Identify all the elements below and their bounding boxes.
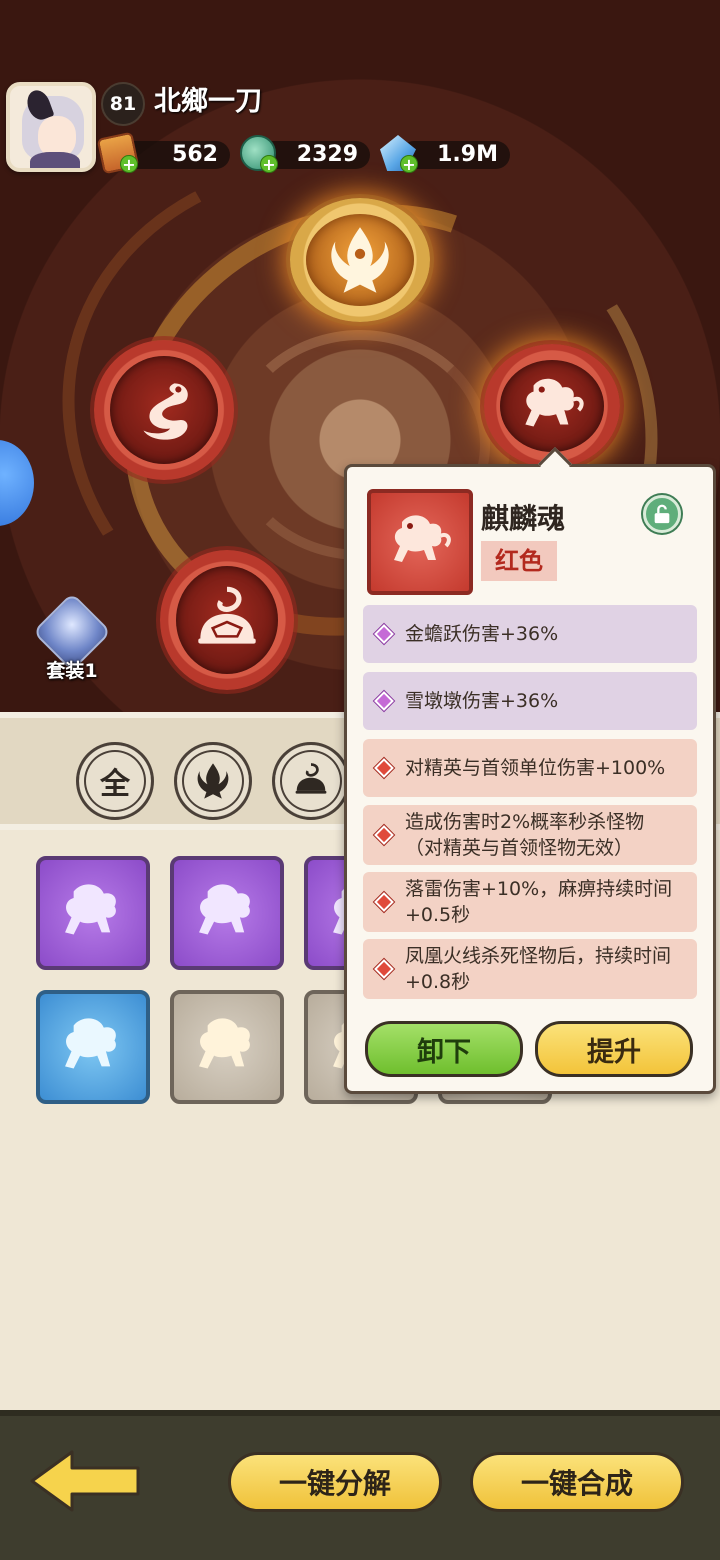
set-selector[interactable]: 套装1 (32, 592, 112, 682)
filter-all[interactable]: 全 (76, 742, 154, 820)
red-gem-icon (374, 825, 394, 845)
add-crystal-button[interactable]: + (400, 155, 418, 173)
item-icon (367, 489, 473, 595)
red-gem-icon (374, 959, 394, 979)
filter-tortoise[interactable] (272, 742, 350, 820)
resource-jade: 2329 + (240, 135, 370, 173)
item-detail-popup: 麒麟魂 红色 金蟾跃伤害+36% 雪墩墩伤害+36% 对精英与首领单位伤害+10… (344, 447, 716, 1094)
purple-gem-icon (374, 624, 394, 644)
attribute-text: 对精英与首领单位伤害+100% (405, 757, 666, 779)
qilin-icon (199, 884, 250, 935)
resource-crystal: 1.9M + (380, 135, 510, 173)
attribute-row: 造成伤害时2%概率秒杀怪物（对精英与首领怪物无效） (363, 805, 697, 865)
tortoise-icon (295, 763, 327, 794)
attribute-text: 金蟾跃伤害+36% (405, 623, 559, 645)
filter-phoenix[interactable] (174, 742, 252, 820)
set-label: 套装1 (46, 660, 98, 682)
qilin-icon (65, 1018, 116, 1069)
purple-gem-icon (374, 691, 394, 711)
attribute-text: 凤凰火线杀死怪物后，持续时间+0.8秒 (405, 945, 672, 993)
username: 北鄉一刀 (154, 86, 262, 117)
soul-item-tile[interactable] (36, 990, 150, 1104)
back-arrow-icon[interactable] (26, 1446, 146, 1516)
upgrade-button[interactable]: 提升 (535, 1021, 693, 1077)
qilin-icon (394, 515, 451, 562)
one-click-synthesize-button[interactable]: 一键合成 (470, 1452, 684, 1512)
tortoise-orb[interactable] (160, 550, 294, 690)
soul-item-tile[interactable] (36, 856, 150, 970)
attribute-row: 雪墩墩伤害+36% (363, 672, 697, 730)
qilin-icon (65, 884, 116, 935)
unequip-button[interactable]: 卸下 (365, 1021, 523, 1077)
level-badge: 81 (101, 82, 145, 126)
item-grade-badge: 红色 (481, 541, 557, 581)
attribute-row: 落雷伤害+10%，麻痹持续时间+0.5秒 (363, 872, 697, 932)
attribute-row: 金蟾跃伤害+36% (363, 605, 697, 663)
red-gem-icon (374, 892, 394, 912)
phoenix-icon (331, 227, 389, 293)
soul-item-tile[interactable] (170, 856, 284, 970)
attribute-text: 雪墩墩伤害+36% (405, 690, 559, 712)
phoenix-icon (197, 763, 229, 799)
resource-scroll: 562 + (96, 131, 230, 175)
attribute-row: 对精英与首领单位伤害+100% (363, 739, 697, 797)
item-name: 麒麟魂 (481, 502, 566, 535)
qilin-icon (525, 378, 584, 427)
bottom-bar: 一键分解 一键合成 (0, 1410, 720, 1560)
side-float-button[interactable] (0, 440, 34, 526)
dragon-icon (143, 383, 188, 440)
add-jade-button[interactable]: + (260, 155, 278, 173)
attribute-text: 落雷伤害+10%，麻痹持续时间+0.5秒 (405, 878, 673, 926)
red-gem-icon (374, 758, 394, 778)
dragon-orb[interactable] (94, 340, 234, 480)
soul-item-tile[interactable] (170, 990, 284, 1104)
add-scroll-button[interactable]: + (120, 155, 138, 173)
qilin-icon (199, 1018, 250, 1069)
attribute-row: 凤凰火线杀死怪物后，持续时间+0.8秒 (363, 939, 697, 999)
attribute-text: 造成伤害时2%概率秒杀怪物（对精英与首领怪物无效） (405, 811, 645, 859)
phoenix-orb[interactable] (290, 198, 430, 322)
one-click-decompose-button[interactable]: 一键分解 (228, 1452, 442, 1512)
unlock-icon (654, 504, 670, 524)
avatar[interactable] (6, 82, 96, 172)
tortoise-icon (198, 586, 256, 644)
lock-toggle[interactable] (643, 495, 681, 533)
